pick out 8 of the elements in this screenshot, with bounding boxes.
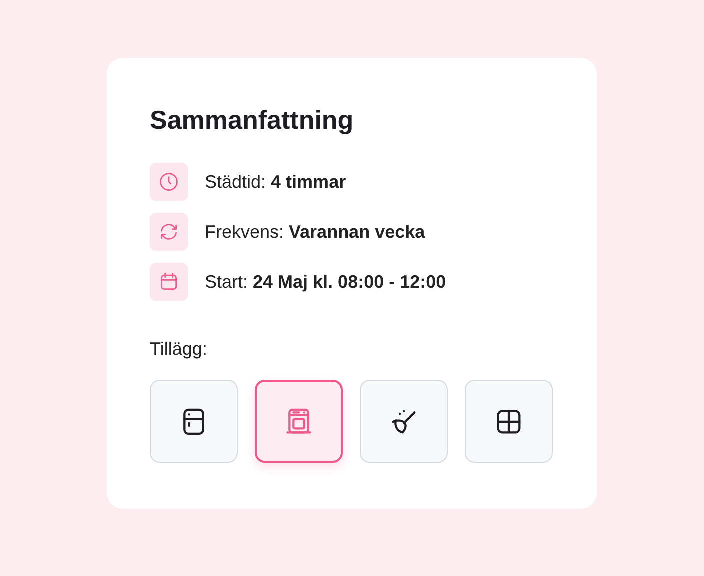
addons-label: Tillägg:: [150, 339, 208, 360]
detail-text: Frekvens: Varannan vecka: [205, 222, 426, 242]
detail-text: Städtid: 4 timmar: [205, 172, 346, 192]
summary-title: Sammanfattning: [150, 104, 355, 136]
calendar-icon: [158, 271, 180, 293]
detail-text: Start: 24 Maj kl. 08:00 - 12:00: [205, 272, 446, 292]
refresh-icon: [158, 221, 180, 243]
clock-icon: [158, 171, 180, 193]
